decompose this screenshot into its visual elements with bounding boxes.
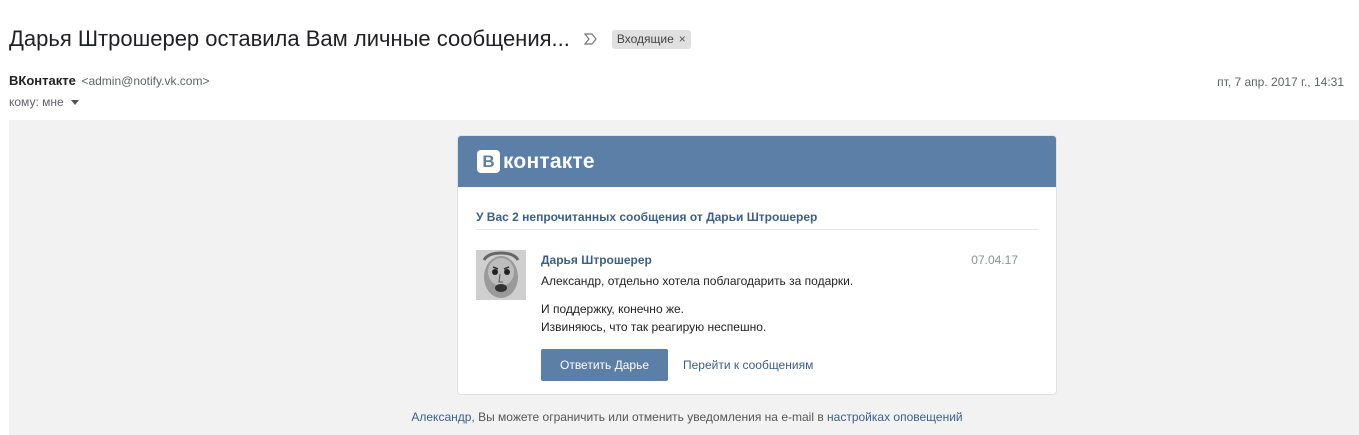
recipient-details-toggle[interactable]: кому: мне [9,95,79,109]
message-line: Александр, отдельно хотела поблагодарить… [541,274,854,288]
email-subject: Дарья Штрошерер оставила Вам личные сооб… [9,26,570,51]
vk-header: В контакте [458,136,1056,187]
vk-notification-card: В контакте У Вас 2 непрочитанных сообщен… [457,135,1057,395]
close-icon[interactable]: × [679,32,686,46]
divider [476,229,1038,230]
subject-row: Дарья Штрошерер оставила Вам личные сооб… [9,24,691,54]
recipient-label: кому: мне [9,95,64,109]
message-author[interactable]: Дарья Штрошерер [541,253,652,267]
unread-notice[interactable]: У Вас 2 непрочитанных сообщения от Дарьи… [476,210,817,224]
message-line: Извиняюсь, что так реагирую неспешно. [541,320,767,334]
reply-button[interactable]: Ответить Дарье [541,349,668,381]
label-chip-inbox[interactable]: Входящие × [611,29,691,49]
importance-marker-icon[interactable] [583,33,598,45]
footer-text: , Вы можете ограничить или отменить увед… [471,410,828,424]
sender-row: ВКонтакте <admin@notify.vk.com> [9,73,209,88]
avatar[interactable] [476,250,526,300]
chevron-down-icon[interactable] [70,99,79,105]
goto-messages-link[interactable]: Перейти к сообщениям [683,358,813,372]
avatar-image [476,250,526,300]
message-line: И поддержку, конечно же. [541,302,684,316]
vk-logo-icon: В [477,150,500,173]
vk-logo-text: контакте [503,149,595,173]
sender-name: ВКонтакте [9,73,76,88]
email-date: пт, 7 апр. 2017 г., 14:31 [1217,75,1344,89]
footer-note: Александр, Вы можете ограничить или отме… [0,410,1359,424]
notification-settings-link[interactable]: настройках оповещений [827,410,963,424]
sender-email: <admin@notify.vk.com> [81,74,210,88]
label-chip-text: Входящие [616,32,674,46]
message-date: 07.04.17 [971,253,1018,267]
profile-name-link[interactable]: Александр [411,410,471,424]
